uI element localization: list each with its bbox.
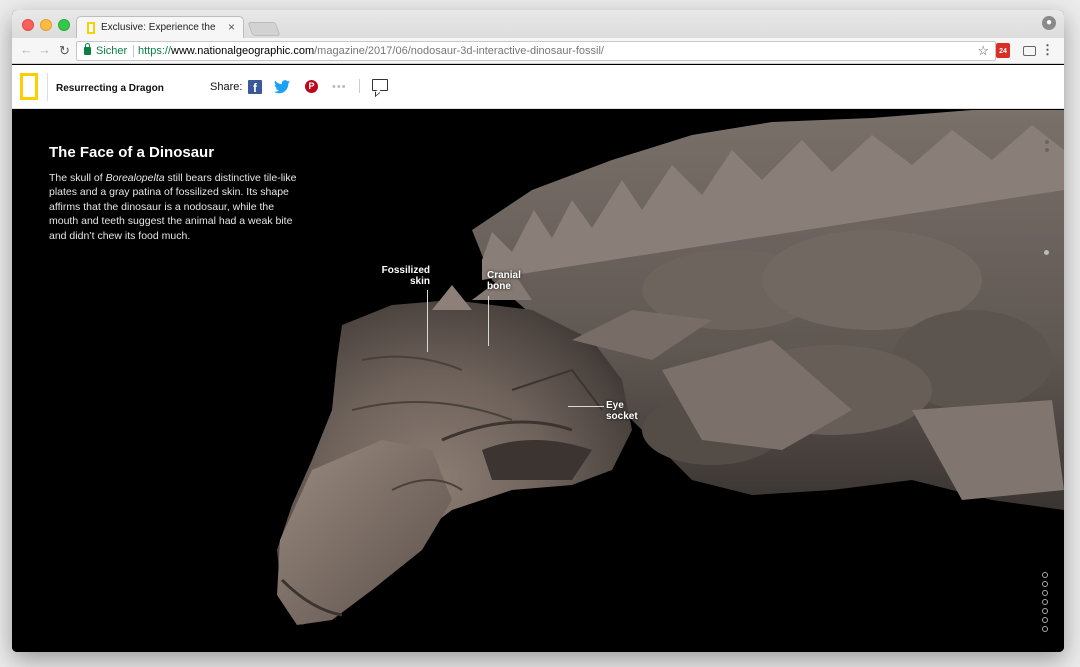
pinterest-icon[interactable]: P: [305, 80, 318, 93]
pagination-dot[interactable]: [1042, 617, 1048, 623]
forward-arrow-icon[interactable]: →: [38, 42, 51, 57]
callout-eye-socket-label: Eye socket: [606, 400, 638, 422]
url-text[interactable]: https://www.nationalgeographic.com/magaz…: [138, 42, 604, 60]
tab-title: Exclusive: Experience the Best: [101, 22, 217, 33]
site-header: Resurrecting a Dragon Share: f P •••: [12, 65, 1064, 109]
section-body: The skull of Borealopelta still bears di…: [49, 171, 299, 243]
browser-tab[interactable]: Exclusive: Experience the Best ×: [76, 16, 244, 38]
zoom-window-button[interactable]: [58, 19, 70, 31]
pagination-dot[interactable]: [1042, 581, 1048, 587]
callout-eye-socket[interactable]: Eye socket: [606, 400, 646, 422]
top-dot: [1045, 148, 1049, 152]
story-title[interactable]: Resurrecting a Dragon: [56, 83, 164, 94]
twitter-icon[interactable]: [274, 80, 290, 94]
comment-icon[interactable]: [372, 79, 388, 91]
url-path: /magazine/2017/06/nodosaur-3d-interactiv…: [314, 45, 604, 57]
body-text-start: The skull of: [49, 172, 106, 184]
callout-fossilized-skin-line: [427, 290, 428, 352]
pagination-dot[interactable]: [1042, 626, 1048, 632]
facebook-icon[interactable]: f: [248, 80, 262, 95]
pagination-dot[interactable]: [1042, 608, 1048, 614]
browser-toolbar: ← → ↻ Sicher https://www.nationalgeograp…: [12, 38, 1064, 64]
title-bar: Exclusive: Experience the Best × ●: [12, 10, 1064, 38]
share-separator: [359, 79, 360, 93]
minimize-window-button[interactable]: [40, 19, 52, 31]
close-window-button[interactable]: [22, 19, 34, 31]
callout-cranial-bone-line: [488, 296, 489, 346]
reload-icon[interactable]: ↻: [59, 43, 70, 59]
hotspot-dot[interactable]: [1044, 250, 1049, 255]
pagination-dot[interactable]: [1042, 590, 1048, 596]
lock-icon: [84, 43, 91, 55]
intro-text-block: The Face of a Dinosaur The skull of Bore…: [49, 144, 299, 243]
header-divider: [47, 73, 48, 101]
section-title: The Face of a Dinosaur: [49, 144, 215, 161]
cast-icon[interactable]: [1023, 46, 1036, 56]
back-arrow-icon[interactable]: ←: [20, 42, 33, 57]
address-bar[interactable]: Sicher https://www.nationalgeographic.co…: [76, 41, 996, 61]
interactive-fossil-stage[interactable]: The Face of a Dinosaur The skull of Bore…: [12, 110, 1064, 652]
callout-fossilized-skin[interactable]: Fossilized skin: [378, 265, 430, 287]
url-separator: [133, 45, 134, 57]
pagination-dot[interactable]: [1042, 572, 1048, 578]
section-pagination: [1042, 572, 1048, 635]
secure-label: Sicher: [96, 45, 128, 57]
more-icon[interactable]: •••: [332, 81, 347, 93]
callout-eye-socket-line: [568, 406, 604, 407]
url-host: www.nationalgeographic.com: [171, 45, 315, 57]
callout-cranial-bone-label: Cranial bone: [487, 270, 521, 292]
callout-cranial-bone[interactable]: Cranial bone: [487, 270, 533, 292]
profile-icon[interactable]: ●: [1042, 16, 1056, 30]
url-scheme: https://: [138, 45, 172, 57]
calendar-extension-icon[interactable]: 24: [996, 43, 1010, 58]
body-text-species: Borealopelta: [105, 172, 165, 184]
close-icon[interactable]: ×: [228, 20, 235, 34]
share-label: Share:: [210, 81, 243, 93]
new-tab-button[interactable]: [247, 22, 281, 36]
callout-fossilized-skin-label: Fossilized skin: [381, 265, 430, 287]
browser-window: Exclusive: Experience the Best × ● ← → ↻…: [12, 10, 1064, 652]
pagination-dot[interactable]: [1042, 599, 1048, 605]
menu-icon[interactable]: ⋮: [1041, 42, 1054, 58]
natgeo-favicon-icon: [87, 22, 95, 34]
natgeo-logo-icon[interactable]: [20, 73, 38, 100]
star-icon[interactable]: ☆: [977, 42, 989, 60]
top-indicator-dots: [1045, 140, 1049, 156]
top-dot: [1045, 140, 1049, 144]
